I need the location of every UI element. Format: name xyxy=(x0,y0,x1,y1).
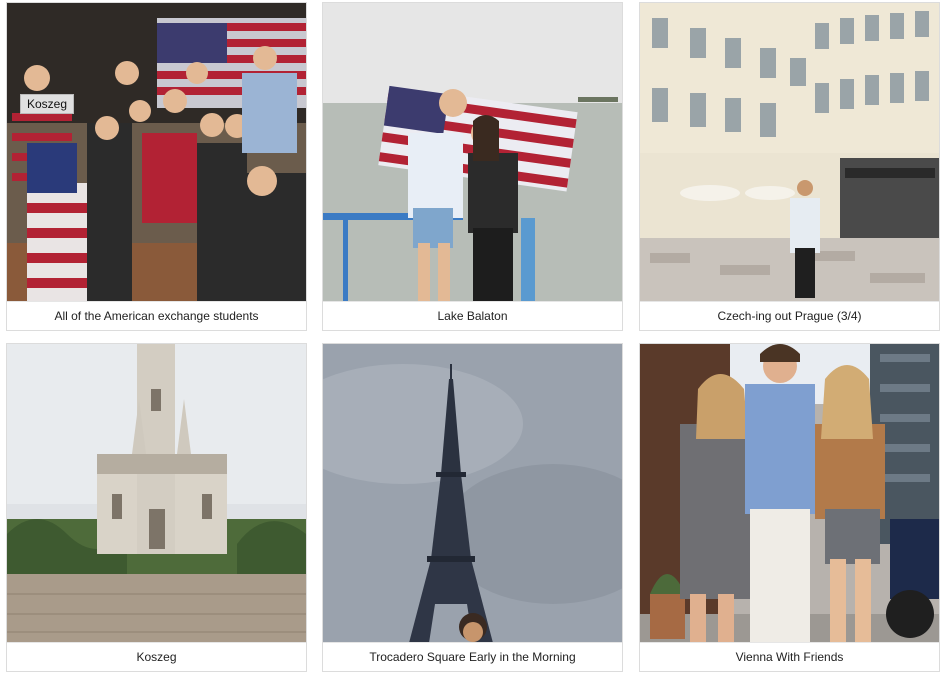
gallery-card[interactable]: Koszeg xyxy=(6,343,307,672)
photo-caption: Lake Balaton xyxy=(323,301,622,330)
photo-caption: All of the American exchange students xyxy=(7,301,306,330)
gallery-card[interactable]: Trocadero Square Early in the Morning xyxy=(322,343,623,672)
photo-koszeg[interactable] xyxy=(7,344,306,643)
photo-illustration xyxy=(323,344,622,643)
photo-caption: Trocadero Square Early in the Morning xyxy=(323,642,622,671)
photo-exchange-students[interactable] xyxy=(7,3,306,302)
photo-illustration xyxy=(7,344,306,643)
photo-illustration xyxy=(323,3,622,302)
photo-vienna-friends[interactable] xyxy=(640,344,939,643)
photo-caption: Czech-ing out Prague (3/4) xyxy=(640,301,939,330)
photo-eiffel-tower[interactable] xyxy=(323,344,622,643)
gallery-card[interactable]: Vienna With Friends xyxy=(639,343,940,672)
photo-caption: Vienna With Friends xyxy=(640,642,939,671)
photo-lake-balaton[interactable] xyxy=(323,3,622,302)
photo-caption: Koszeg xyxy=(7,642,306,671)
photo-illustration xyxy=(640,3,939,302)
gallery-card[interactable]: Lake Balaton xyxy=(322,2,623,331)
photo-illustration xyxy=(640,344,939,643)
gallery-card[interactable]: Koszeg All of the American exchange stud… xyxy=(6,2,307,331)
photo-illustration xyxy=(7,3,306,302)
gallery-card[interactable]: Czech-ing out Prague (3/4) xyxy=(639,2,940,331)
photo-tooltip: Koszeg xyxy=(20,94,75,114)
photo-prague[interactable] xyxy=(640,3,939,302)
